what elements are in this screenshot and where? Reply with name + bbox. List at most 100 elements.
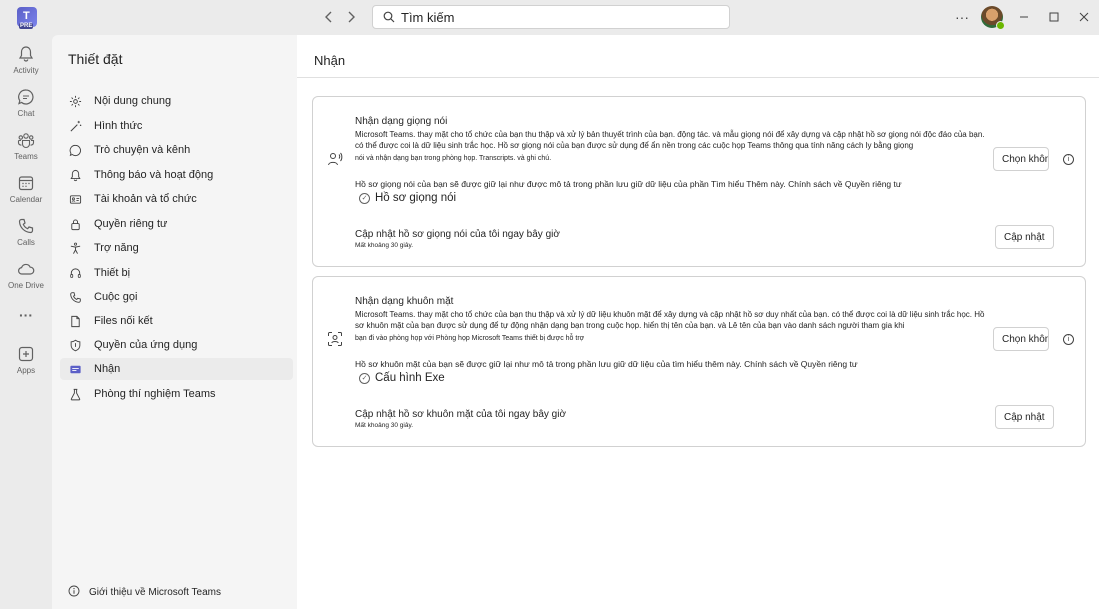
sidebar-item-teams-lab[interactable]: Phòng thí nghiệm Teams bbox=[60, 383, 293, 405]
voice-update-title: Cập nhật hồ sơ giọng nói của tôi ngay bâ… bbox=[355, 229, 560, 240]
teams-icon bbox=[17, 133, 35, 149]
voice-profile-label: Hồ sơ giọng nói bbox=[375, 192, 457, 204]
sidebar-item-label: Quyền riêng tư bbox=[94, 218, 168, 230]
info-icon bbox=[68, 585, 80, 600]
rail-more-button[interactable]: ··· bbox=[0, 303, 52, 327]
rail-item-apps[interactable]: Apps bbox=[0, 345, 52, 387]
sidebar-item-label: Thiết bị bbox=[94, 267, 131, 279]
cloud-icon bbox=[18, 263, 35, 275]
main-pane: Nhận Nhận dạng giọng nói Microsoft Teams… bbox=[297, 35, 1099, 609]
flask-icon bbox=[68, 387, 82, 401]
face-profile-label: Cấu hình Exe bbox=[375, 372, 445, 384]
avatar[interactable] bbox=[981, 6, 1005, 30]
rail-item-chat[interactable]: Chat bbox=[0, 88, 52, 130]
sidebar-item-label: Files nối kết bbox=[94, 315, 153, 327]
sidebar-item-app-permissions[interactable]: Quyền của ứng dụng bbox=[60, 334, 293, 356]
more-icon: ··· bbox=[955, 9, 969, 25]
about-label: Giới thiệu về Microsoft Teams bbox=[89, 587, 221, 598]
sidebar-item-notifications[interactable]: Thông báo và hoạt động bbox=[60, 164, 293, 186]
voice-opt-out-button[interactable]: Chọn không tham gia bbox=[993, 147, 1049, 171]
face-description-fine: bạn đi vào phòng họp với Phòng họp Micro… bbox=[355, 335, 585, 342]
gear-icon bbox=[68, 94, 82, 108]
divider bbox=[297, 77, 1099, 78]
sidebar-item-accounts[interactable]: Tài khoản và tổ chức bbox=[60, 188, 293, 210]
sidebar-item-label: Trợ năng bbox=[94, 242, 139, 254]
rail-item-calls[interactable]: Calls bbox=[0, 217, 52, 259]
rail-label: Teams bbox=[14, 152, 38, 161]
face-update-note: Mất khoảng 30 giây. bbox=[355, 422, 414, 429]
rail-label: One Drive bbox=[7, 281, 44, 290]
voice-title: Nhận dạng giọng nói bbox=[355, 116, 448, 127]
lock-icon bbox=[68, 217, 82, 231]
face-profile-chip[interactable]: ✓ Cấu hình Exe bbox=[359, 372, 445, 384]
rail-item-teams[interactable]: Teams bbox=[0, 131, 52, 173]
face-description: Microsoft Teams. thay mặt cho tổ chức củ… bbox=[355, 310, 985, 330]
rail-item-activity[interactable]: Activity bbox=[0, 45, 52, 87]
teams-logo-icon: T PRE bbox=[17, 7, 37, 29]
back-button[interactable] bbox=[320, 8, 338, 26]
sidebar-item-label: Nội dung chung bbox=[94, 95, 172, 107]
calendar-icon bbox=[18, 176, 34, 191]
sidebar-item-label: Trò chuyện và kênh bbox=[94, 144, 191, 156]
phone-icon bbox=[18, 218, 34, 234]
sidebar-item-privacy[interactable]: Quyền riêng tư bbox=[60, 213, 293, 235]
maximize-button[interactable] bbox=[1044, 8, 1064, 26]
opt-out-label: Chọn không tham gia bbox=[1002, 153, 1048, 165]
bell-icon bbox=[68, 168, 82, 182]
file-icon bbox=[68, 314, 82, 328]
sidebar-item-recognition[interactable]: Nhận bbox=[60, 358, 293, 380]
voice-profile-chip[interactable]: ✓ Hồ sơ giọng nói bbox=[359, 192, 456, 204]
close-button[interactable] bbox=[1074, 8, 1094, 26]
face-update-title: Cập nhật hồ sơ khuôn mặt của tôi ngay bâ… bbox=[355, 409, 567, 420]
more-options-button[interactable]: ··· bbox=[952, 8, 972, 26]
voice-recognition-card: Nhận dạng giọng nói Microsoft Teams. tha… bbox=[312, 96, 1086, 267]
rail-label: Calls bbox=[17, 238, 35, 247]
face-update-button[interactable]: Cập nhật bbox=[995, 405, 1054, 429]
settings-sidebar: Thiết đặt Nội dung chung Hình thức Trò c… bbox=[52, 35, 297, 609]
chevron-left-icon bbox=[325, 11, 332, 23]
chat-icon bbox=[68, 143, 82, 157]
phone-icon bbox=[68, 290, 82, 304]
id-card-icon bbox=[68, 192, 82, 206]
chevron-right-icon bbox=[348, 11, 355, 23]
sidebar-item-label: Nhận bbox=[94, 363, 121, 375]
search-box[interactable] bbox=[372, 5, 730, 29]
minimize-button[interactable] bbox=[1014, 8, 1034, 26]
rail-item-onedrive[interactable]: One Drive bbox=[0, 260, 52, 302]
sidebar-title: Thiết đặt bbox=[68, 51, 123, 67]
forward-button[interactable] bbox=[342, 8, 360, 26]
sidebar-item-chat-channels[interactable]: Trò chuyện và kênh bbox=[60, 139, 293, 161]
shield-icon bbox=[68, 338, 82, 352]
app-rail: Activity Chat Teams Calendar Calls One D… bbox=[0, 35, 52, 609]
sidebar-item-label: Tài khoản và tổ chức bbox=[94, 193, 197, 205]
rail-item-calendar[interactable]: Calendar bbox=[0, 174, 52, 216]
sidebar-item-general[interactable]: Nội dung chung bbox=[60, 90, 293, 112]
search-icon bbox=[383, 11, 395, 23]
check-icon: ✓ bbox=[359, 192, 370, 204]
sidebar-item-calls[interactable]: Cuộc gọi bbox=[60, 286, 293, 308]
sidebar-item-label: Thông báo và hoạt động bbox=[94, 169, 214, 181]
voice-update-note: Mất khoảng 30 giây. bbox=[355, 242, 414, 249]
check-icon: ✓ bbox=[359, 372, 370, 384]
sidebar-item-accessibility[interactable]: Trợ năng bbox=[60, 237, 293, 259]
sidebar-item-devices[interactable]: Thiết bị bbox=[60, 262, 293, 284]
info-icon[interactable]: i bbox=[1063, 154, 1074, 165]
headset-icon bbox=[68, 266, 82, 280]
sidebar-item-files[interactable]: Files nối kết bbox=[60, 310, 293, 332]
voice-description-fine: nói và nhận dạng bạn trong phòng họp. Tr… bbox=[355, 155, 552, 162]
face-title: Nhận dạng khuôn mặt bbox=[355, 296, 454, 307]
voice-update-button[interactable]: Cập nhật bbox=[995, 225, 1054, 249]
update-label: Cập nhật bbox=[1004, 231, 1045, 243]
voice-description: Microsoft Teams. thay mặt cho tổ chức củ… bbox=[355, 130, 985, 150]
info-icon[interactable]: i bbox=[1063, 334, 1074, 345]
more-icon: ··· bbox=[19, 307, 33, 323]
close-icon bbox=[1079, 12, 1089, 22]
about-teams-link[interactable]: Giới thiệu về Microsoft Teams bbox=[68, 585, 221, 600]
sidebar-item-label: Hình thức bbox=[94, 120, 143, 132]
face-recognition-card: Nhận dạng khuôn mặt Microsoft Teams. tha… bbox=[312, 276, 1086, 447]
search-input[interactable] bbox=[401, 9, 701, 25]
sidebar-item-appearance[interactable]: Hình thức bbox=[60, 115, 293, 137]
face-scan-icon bbox=[328, 332, 342, 346]
face-opt-out-button[interactable]: Chọn không tham gia bbox=[993, 327, 1049, 351]
sidebar-item-label: Phòng thí nghiệm Teams bbox=[94, 388, 216, 400]
